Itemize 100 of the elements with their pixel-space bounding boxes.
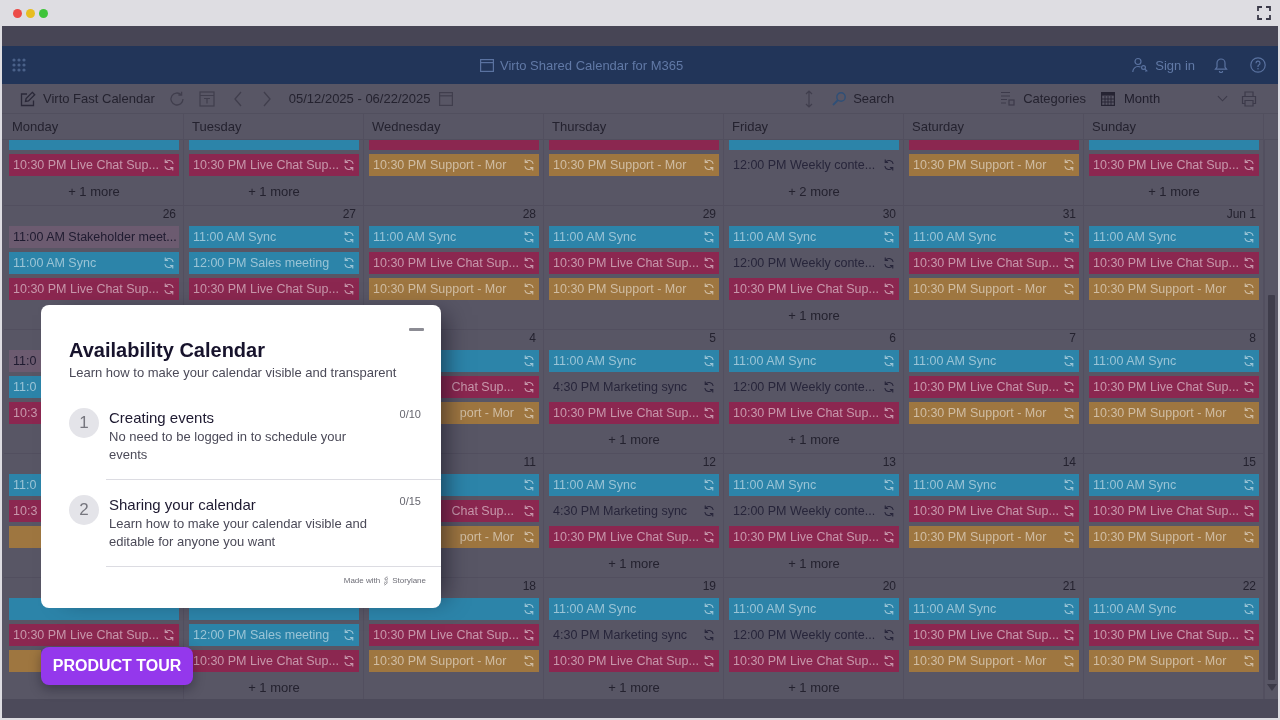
calendar-event[interactable]: 10:30 PM Support - Mor: [909, 278, 1079, 300]
calendar-icon[interactable]: [439, 91, 454, 106]
calendar-event[interactable]: 10:30 PM Support - Mor: [1089, 650, 1259, 672]
fullscreen-icon[interactable]: [1257, 6, 1271, 20]
calendar-event[interactable]: 10:30 PM Live Chat Sup...: [9, 154, 179, 176]
calendar-event[interactable]: 11:00 AM Sync: [729, 350, 899, 372]
calendar-event[interactable]: 10:30 PM Live Chat Sup...: [729, 650, 899, 672]
window-close-icon[interactable]: [12, 8, 22, 18]
calendar-event[interactable]: 11:00 AM Sync: [729, 226, 899, 248]
calendar-event[interactable]: 11:00 AM Sync: [909, 598, 1079, 620]
made-with-link[interactable]: Made with Storylane: [343, 576, 426, 586]
calendar-event[interactable]: 11:00 AM Sync: [909, 226, 1079, 248]
sync-icon: [883, 355, 895, 367]
calendar-event[interactable]: 10:30 PM Live Chat Sup...: [549, 252, 719, 274]
calendar-event[interactable]: 11:00 AM Sync: [369, 226, 539, 248]
calendar-event[interactable]: 10:30 PM Live Chat Sup...: [1089, 624, 1259, 646]
calendar-event[interactable]: 11:00 AM Stakeholder meet...: [9, 226, 179, 248]
minimize-button[interactable]: [409, 328, 424, 331]
calendar-event[interactable]: 11:00 AM Sync: [549, 598, 719, 620]
calendar-event[interactable]: 10:30 PM Live Chat Sup...: [1089, 376, 1259, 398]
calendar-event[interactable]: 10:30 PM Support - Mor: [909, 402, 1079, 424]
sync-icon: [1243, 231, 1255, 243]
print-icon[interactable]: [1241, 90, 1257, 107]
calendar-event[interactable]: 10:30 PM Support - Mor: [369, 650, 539, 672]
sync-icon: [523, 603, 535, 615]
sync-icon: [883, 407, 895, 419]
calendar-event[interactable]: 12:00 PM Sales meeting: [189, 624, 359, 646]
previous-icon[interactable]: [233, 90, 242, 107]
calendar-event[interactable]: 10:30 PM Live Chat Sup...: [9, 624, 179, 646]
calendar-event[interactable]: 10:30 PM Live Chat Sup...: [729, 526, 899, 548]
calendar-event[interactable]: 11:00 AM Sync: [1089, 474, 1259, 496]
calendar-event[interactable]: 10:30 PM Support - Mor: [369, 154, 539, 176]
next-icon[interactable]: [262, 90, 271, 107]
product-tour-button[interactable]: PRODUCT TOUR: [41, 647, 193, 685]
calendar-event[interactable]: 10:30 PM Support - Mor: [1089, 402, 1259, 424]
view-select[interactable]: Month: [1101, 91, 1228, 106]
calendar-event[interactable]: 11:00 AM Sync: [1089, 350, 1259, 372]
calendar-event[interactable]: 10:30 PM Live Chat Sup...: [1089, 500, 1259, 522]
calendar-event[interactable]: 10:30 PM Support - Mor: [1089, 526, 1259, 548]
window-minimize-icon[interactable]: [25, 8, 35, 18]
calendar-event[interactable]: 10:30 PM Live Chat Sup...: [909, 376, 1079, 398]
calendar-event[interactable]: 10:30 PM Live Chat Sup...: [729, 402, 899, 424]
calendar-event[interactable]: 12:00 PM Sales meeting: [189, 252, 359, 274]
scroll-down-arrow-icon[interactable]: [1266, 684, 1277, 691]
calendar-event[interactable]: 10:30 PM Live Chat Sup...: [549, 650, 719, 672]
calendar-event[interactable]: 10:30 PM Live Chat Sup...: [189, 154, 359, 176]
calendar-event[interactable]: 11:00 AM Sync: [549, 350, 719, 372]
calendar-event[interactable]: 10:30 PM Live Chat Sup...: [369, 624, 539, 646]
calendar-event[interactable]: 11:00 AM Sync: [549, 226, 719, 248]
sync-icon: [883, 603, 895, 615]
sync-icon: [1063, 479, 1075, 491]
calendar-event[interactable]: 10:30 PM Live Chat Sup...: [1089, 252, 1259, 274]
calendar-event[interactable]: 10:30 PM Live Chat Sup...: [549, 402, 719, 424]
sync-icon: [1063, 283, 1075, 295]
calendar-event[interactable]: 11:00 AM Sync: [9, 252, 179, 274]
sync-icon: [523, 355, 535, 367]
calendar-event[interactable]: 11:00 AM Sync: [909, 474, 1079, 496]
sync-icon: [163, 257, 175, 269]
calendar-event[interactable]: 10:30 PM Support - Mor: [549, 154, 719, 176]
calendar-day-icon[interactable]: [198, 90, 215, 107]
calendar-event[interactable]: 11:00 AM Sync: [549, 474, 719, 496]
sync-icon: [1243, 655, 1255, 667]
calendar-event[interactable]: 11:00 AM Sync: [1089, 598, 1259, 620]
sync-icon: [1243, 283, 1255, 295]
resize-arrows-icon[interactable]: [805, 89, 814, 108]
calendar-event[interactable]: 10:30 PM Support - Mor: [909, 650, 1079, 672]
calendar-event[interactable]: 10:30 PM Live Chat Sup...: [909, 500, 1079, 522]
scrollbar-thumb[interactable]: [1268, 295, 1275, 680]
sign-in-button[interactable]: Sign in: [1132, 57, 1195, 73]
calendar-event[interactable]: 10:30 PM Live Chat Sup...: [549, 526, 719, 548]
calendar-event[interactable]: 10:30 PM Live Chat Sup...: [909, 624, 1079, 646]
step-count: 0/10: [399, 408, 421, 421]
calendar-event[interactable]: 10:30 PM Live Chat Sup...: [909, 252, 1079, 274]
window-zoom-icon[interactable]: [38, 8, 48, 18]
calendar-event[interactable]: 11:00 AM Sync: [909, 350, 1079, 372]
calendar-event[interactable]: 10:30 PM Support - Mor: [1089, 278, 1259, 300]
calendar-event[interactable]: 10:30 PM Live Chat Sup...: [1089, 154, 1259, 176]
calendar-event[interactable]: 10:30 PM Support - Mor: [909, 526, 1079, 548]
calendar-event[interactable]: 10:30 PM Support - Mor: [909, 154, 1079, 176]
calendar-event[interactable]: 10:30 PM Support - Mor: [549, 278, 719, 300]
sync-icon: [1063, 231, 1075, 243]
calendar-event[interactable]: 11:00 AM Sync: [1089, 226, 1259, 248]
calendar-event[interactable]: 10:30 PM Live Chat Sup...: [189, 278, 359, 300]
calendar-event[interactable]: 10:30 PM Live Chat Sup...: [9, 278, 179, 300]
calendar-event[interactable]: 11:00 AM Sync: [729, 474, 899, 496]
calendar-event[interactable]: 10:30 PM Support - Mor: [369, 278, 539, 300]
calendar-event[interactable]: 10:30 PM Live Chat Sup...: [729, 278, 899, 300]
calendar-event[interactable]: 10:30 PM Live Chat Sup...: [189, 650, 359, 672]
app-launcher-icon[interactable]: [12, 58, 26, 72]
calendar-event[interactable]: 11:00 AM Sync: [729, 598, 899, 620]
edit-icon: [20, 90, 36, 107]
sync-icon: [703, 629, 715, 641]
help-icon[interactable]: [1250, 57, 1266, 73]
sync-icon: [703, 283, 715, 295]
sync-icon: [1063, 629, 1075, 641]
sync-icon: [1243, 479, 1255, 491]
calendar-event[interactable]: 10:30 PM Live Chat Sup...: [369, 252, 539, 274]
calendar-event[interactable]: 11:00 AM Sync: [189, 226, 359, 248]
refresh-icon[interactable]: [168, 90, 185, 107]
notification-bell-icon[interactable]: [1214, 57, 1228, 73]
